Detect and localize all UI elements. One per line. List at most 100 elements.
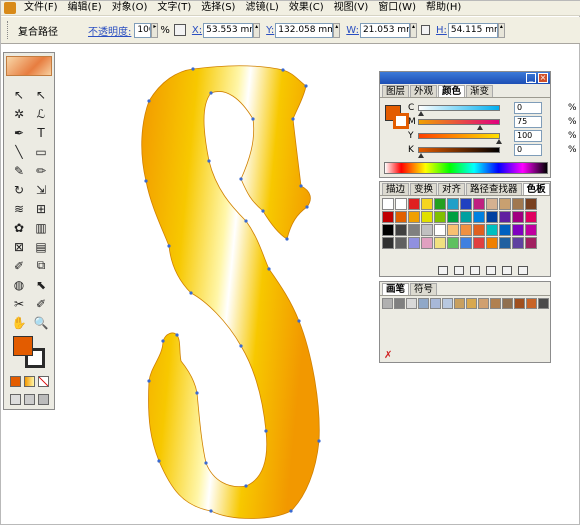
color-swatch[interactable] xyxy=(395,211,407,223)
menu-view[interactable]: 视图(V) xyxy=(329,1,374,15)
color-swatch[interactable] xyxy=(421,237,433,249)
color-swatch[interactable] xyxy=(525,224,537,236)
pen-icon[interactable]: ✒ xyxy=(8,123,30,142)
menu-file[interactable]: 文件(F) xyxy=(19,1,63,15)
menu-type[interactable]: 文字(T) xyxy=(152,1,196,15)
zoom-icon[interactable]: 🔍 xyxy=(30,313,52,332)
pencil-icon[interactable]: ✏ xyxy=(30,161,52,180)
show-swatch-kinds-icon[interactable] xyxy=(454,265,464,275)
brush-swatch[interactable] xyxy=(454,298,465,309)
brush-swatch[interactable] xyxy=(406,298,417,309)
mesh-icon[interactable]: ⊠ xyxy=(8,237,30,256)
y-input[interactable]: 132.058 mm xyxy=(275,22,334,38)
color-swatch[interactable] xyxy=(434,237,446,249)
brush-swatch[interactable] xyxy=(442,298,453,309)
remove-brush-icon[interactable]: ✗ xyxy=(384,350,392,361)
color-swatch[interactable] xyxy=(421,224,433,236)
rotate-icon[interactable]: ↻ xyxy=(8,180,30,199)
color-swatch[interactable] xyxy=(473,211,485,223)
brush-swatch[interactable] xyxy=(466,298,477,309)
color-swatch[interactable] xyxy=(499,198,511,210)
y-stepper-icon[interactable]: ▴ xyxy=(333,22,341,38)
color-panel-stroke-swatch[interactable] xyxy=(393,113,409,129)
brush-swatch[interactable] xyxy=(382,298,393,309)
color-swatch[interactable] xyxy=(525,198,537,210)
direct-selection-icon[interactable]: ↖ xyxy=(30,85,52,104)
slider-value-input[interactable]: 100 xyxy=(514,130,542,142)
tab-layers[interactable]: 图层 xyxy=(382,85,410,97)
color-swatch[interactable] xyxy=(408,211,420,223)
selection-icon[interactable]: ↖ xyxy=(8,85,30,104)
magic-wand-icon[interactable]: ✲ xyxy=(8,104,30,123)
color-swatch[interactable] xyxy=(486,211,498,223)
free-transform-icon[interactable]: ⊞ xyxy=(30,199,52,218)
color-swatch[interactable] xyxy=(434,211,446,223)
color-mode-icon[interactable] xyxy=(10,376,21,387)
warp-icon[interactable]: ≋ xyxy=(8,199,30,218)
x-input[interactable]: 53.553 mm xyxy=(203,22,254,38)
color-swatch[interactable] xyxy=(460,211,472,223)
symbol-sprayer-icon[interactable]: ✿ xyxy=(8,218,30,237)
opacity-input[interactable]: 100 xyxy=(134,22,152,38)
width-input[interactable]: 21.053 mm xyxy=(359,22,410,38)
slider-track[interactable] xyxy=(418,133,502,144)
close-icon[interactable]: × xyxy=(538,73,548,83)
slider-value-input[interactable]: 0 xyxy=(514,102,542,114)
slice-icon[interactable]: ✂ xyxy=(8,294,30,313)
tab-transform[interactable]: 变换 xyxy=(410,183,438,195)
menu-help[interactable]: 帮助(H) xyxy=(421,1,466,15)
swatch-library-icon[interactable] xyxy=(438,265,448,275)
delete-swatch-icon[interactable] xyxy=(518,265,528,275)
color-swatch[interactable] xyxy=(512,237,524,249)
color-swatch[interactable] xyxy=(421,211,433,223)
x-stepper-icon[interactable]: ▴ xyxy=(253,22,261,38)
slider-track[interactable] xyxy=(418,119,500,130)
tab-brushes[interactable]: 画笔 xyxy=(382,283,410,295)
letter-s-artwork[interactable] xyxy=(141,65,320,519)
fill-color-swatch[interactable] xyxy=(13,336,33,356)
scale-icon[interactable]: ⇲ xyxy=(30,180,52,199)
new-swatch-icon[interactable] xyxy=(502,265,512,275)
color-swatch[interactable] xyxy=(447,211,459,223)
color-swatch[interactable] xyxy=(447,237,459,249)
color-swatch[interactable] xyxy=(434,224,446,236)
full-screen-icon[interactable] xyxy=(38,394,49,405)
lasso-icon[interactable]: ℒ xyxy=(30,104,52,123)
color-spectrum-bar[interactable] xyxy=(384,162,548,174)
tab-stroke[interactable]: 描边 xyxy=(382,183,410,195)
color-swatch[interactable] xyxy=(512,198,524,210)
color-panel-titlebar[interactable]: _ × xyxy=(380,72,550,84)
type-icon[interactable]: T xyxy=(30,123,52,142)
brush-swatch[interactable] xyxy=(538,298,549,309)
gradient-mode-icon[interactable] xyxy=(24,376,35,387)
menu-object[interactable]: 对象(O) xyxy=(107,1,153,15)
brush-swatch[interactable] xyxy=(502,298,513,309)
color-swatch[interactable] xyxy=(499,211,511,223)
slider-track[interactable] xyxy=(418,147,500,158)
tab-pathfinder[interactable]: 路径查找器 xyxy=(466,183,522,195)
reference-point-icon[interactable] xyxy=(173,24,186,36)
tab-gradient[interactable]: 渐变 xyxy=(466,85,494,97)
slider-thumb[interactable] xyxy=(418,153,424,158)
standard-screen-icon[interactable] xyxy=(10,394,21,405)
menu-effect[interactable]: 效果(C) xyxy=(284,1,329,15)
menu-filter[interactable]: 滤镜(L) xyxy=(240,1,283,15)
eyedropper-icon[interactable]: ✐ xyxy=(8,256,30,275)
color-swatch[interactable] xyxy=(382,198,394,210)
color-swatch[interactable] xyxy=(382,224,394,236)
brush-swatch[interactable] xyxy=(526,298,537,309)
brush-swatch[interactable] xyxy=(394,298,405,309)
control-bar-grip[interactable] xyxy=(7,21,10,39)
opacity-dropdown-icon[interactable]: ▸ xyxy=(151,22,159,38)
color-swatch[interactable] xyxy=(512,224,524,236)
color-swatch[interactable] xyxy=(408,198,420,210)
brush-swatch[interactable] xyxy=(418,298,429,309)
color-swatch[interactable] xyxy=(460,237,472,249)
gradient-icon[interactable]: ▤ xyxy=(30,237,52,256)
color-swatch[interactable] xyxy=(421,198,433,210)
rectangle-icon[interactable]: ▭ xyxy=(30,142,52,161)
width-stepper-icon[interactable]: ▴ xyxy=(409,22,417,38)
slider-track[interactable] xyxy=(418,105,500,116)
live-paint-icon[interactable]: ◍ xyxy=(8,275,30,294)
color-swatch[interactable] xyxy=(382,237,394,249)
